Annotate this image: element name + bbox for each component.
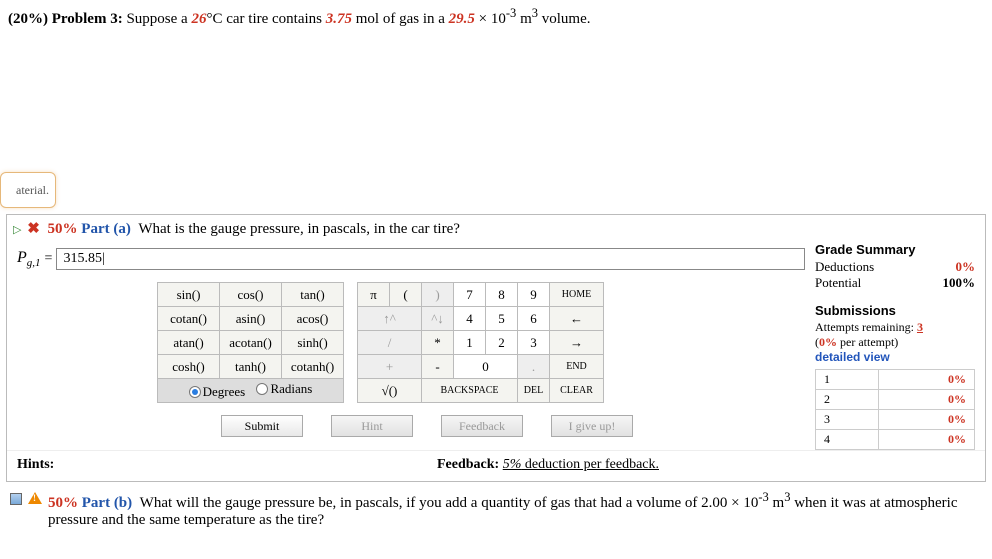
part-a-box: ▷ ✖ 50% Part (a) What is the gauge press… xyxy=(6,214,986,482)
key-backspace[interactable]: BACKSPACE xyxy=(422,379,518,403)
fn-sinh[interactable]: sinh() xyxy=(282,331,344,355)
grade-summary: Grade Summary Deductions0% Potential100%… xyxy=(815,242,985,450)
fn-acotan[interactable]: acotan() xyxy=(220,331,282,355)
key-7[interactable]: 7 xyxy=(454,283,486,307)
fn-tan[interactable]: tan() xyxy=(282,283,344,307)
square-icon xyxy=(10,493,22,505)
angle-mode[interactable]: Degrees Radians xyxy=(158,379,344,403)
warning-icon xyxy=(28,492,42,504)
key-end[interactable]: END xyxy=(550,355,604,379)
fn-sin[interactable]: sin() xyxy=(158,283,220,307)
hint-button[interactable]: Hint xyxy=(331,415,413,437)
key-0[interactable]: 0 xyxy=(454,355,518,379)
key-clear[interactable]: CLEAR xyxy=(550,379,604,403)
fn-tanh[interactable]: tanh() xyxy=(220,355,282,379)
problem-header: (20%) Problem 3: Suppose a 26°C car tire… xyxy=(0,0,992,32)
key-left[interactable]: ← xyxy=(550,307,604,331)
giveup-button[interactable]: I give up! xyxy=(551,415,633,437)
part-a-header: ▷ ✖ 50% Part (a) What is the gauge press… xyxy=(7,215,985,242)
key-down[interactable]: ^↓ xyxy=(422,307,454,331)
material-tab[interactable]: aterial. xyxy=(0,172,56,208)
part-b-header: 50% Part (b) What will the gauge pressur… xyxy=(0,482,992,533)
key-4[interactable]: 4 xyxy=(454,307,486,331)
key-5[interactable]: 5 xyxy=(486,307,518,331)
submit-button[interactable]: Submit xyxy=(221,415,303,437)
key-2[interactable]: 2 xyxy=(486,331,518,355)
answer-input[interactable] xyxy=(56,248,805,270)
key-rparen[interactable]: ) xyxy=(422,283,454,307)
play-icon: ▷ xyxy=(13,224,21,236)
key-1[interactable]: 1 xyxy=(454,331,486,355)
key-slash[interactable]: / xyxy=(358,331,422,355)
key-up[interactable]: ↑^ xyxy=(358,307,422,331)
fn-cosh[interactable]: cosh() xyxy=(158,355,220,379)
answer-row: Pg,1 = xyxy=(7,242,815,282)
key-pi[interactable]: π xyxy=(358,283,390,307)
detailed-view-link[interactable]: detailed view xyxy=(815,350,890,364)
fn-asin[interactable]: asin() xyxy=(220,307,282,331)
fn-atan[interactable]: atan() xyxy=(158,331,220,355)
feedback-button[interactable]: Feedback xyxy=(441,415,523,437)
radio-radians-icon[interactable] xyxy=(256,383,268,395)
calculator: sin() cos() tan() π ( ) 7 8 9 HOME xyxy=(157,282,633,437)
key-right[interactable]: → xyxy=(550,331,604,355)
fn-cotanh[interactable]: cotanh() xyxy=(282,355,344,379)
fn-acos[interactable]: acos() xyxy=(282,307,344,331)
key-minus[interactable]: - xyxy=(422,355,454,379)
fn-cos[interactable]: cos() xyxy=(220,283,282,307)
wrong-icon: ✖ xyxy=(27,221,40,237)
key-sqrt[interactable]: √() xyxy=(358,379,422,403)
radio-degrees-icon[interactable] xyxy=(189,386,201,398)
submissions-table: 10% 20% 30% 40% xyxy=(815,369,975,450)
key-del[interactable]: DEL xyxy=(518,379,550,403)
key-6[interactable]: 6 xyxy=(518,307,550,331)
key-dot[interactable]: . xyxy=(518,355,550,379)
hints-row: Hints: Feedback: 5% deduction per feedba… xyxy=(7,450,985,481)
key-home[interactable]: HOME xyxy=(550,283,604,307)
action-row: Submit Hint Feedback I give up! xyxy=(221,415,633,437)
key-plus[interactable]: + xyxy=(358,355,422,379)
fn-cotan[interactable]: cotan() xyxy=(158,307,220,331)
key-star[interactable]: * xyxy=(422,331,454,355)
key-9[interactable]: 9 xyxy=(518,283,550,307)
key-lparen[interactable]: ( xyxy=(390,283,422,307)
problem-label: Problem 3: xyxy=(52,11,123,27)
problem-weight: (20%) xyxy=(8,11,48,27)
key-3[interactable]: 3 xyxy=(518,331,550,355)
key-8[interactable]: 8 xyxy=(486,283,518,307)
